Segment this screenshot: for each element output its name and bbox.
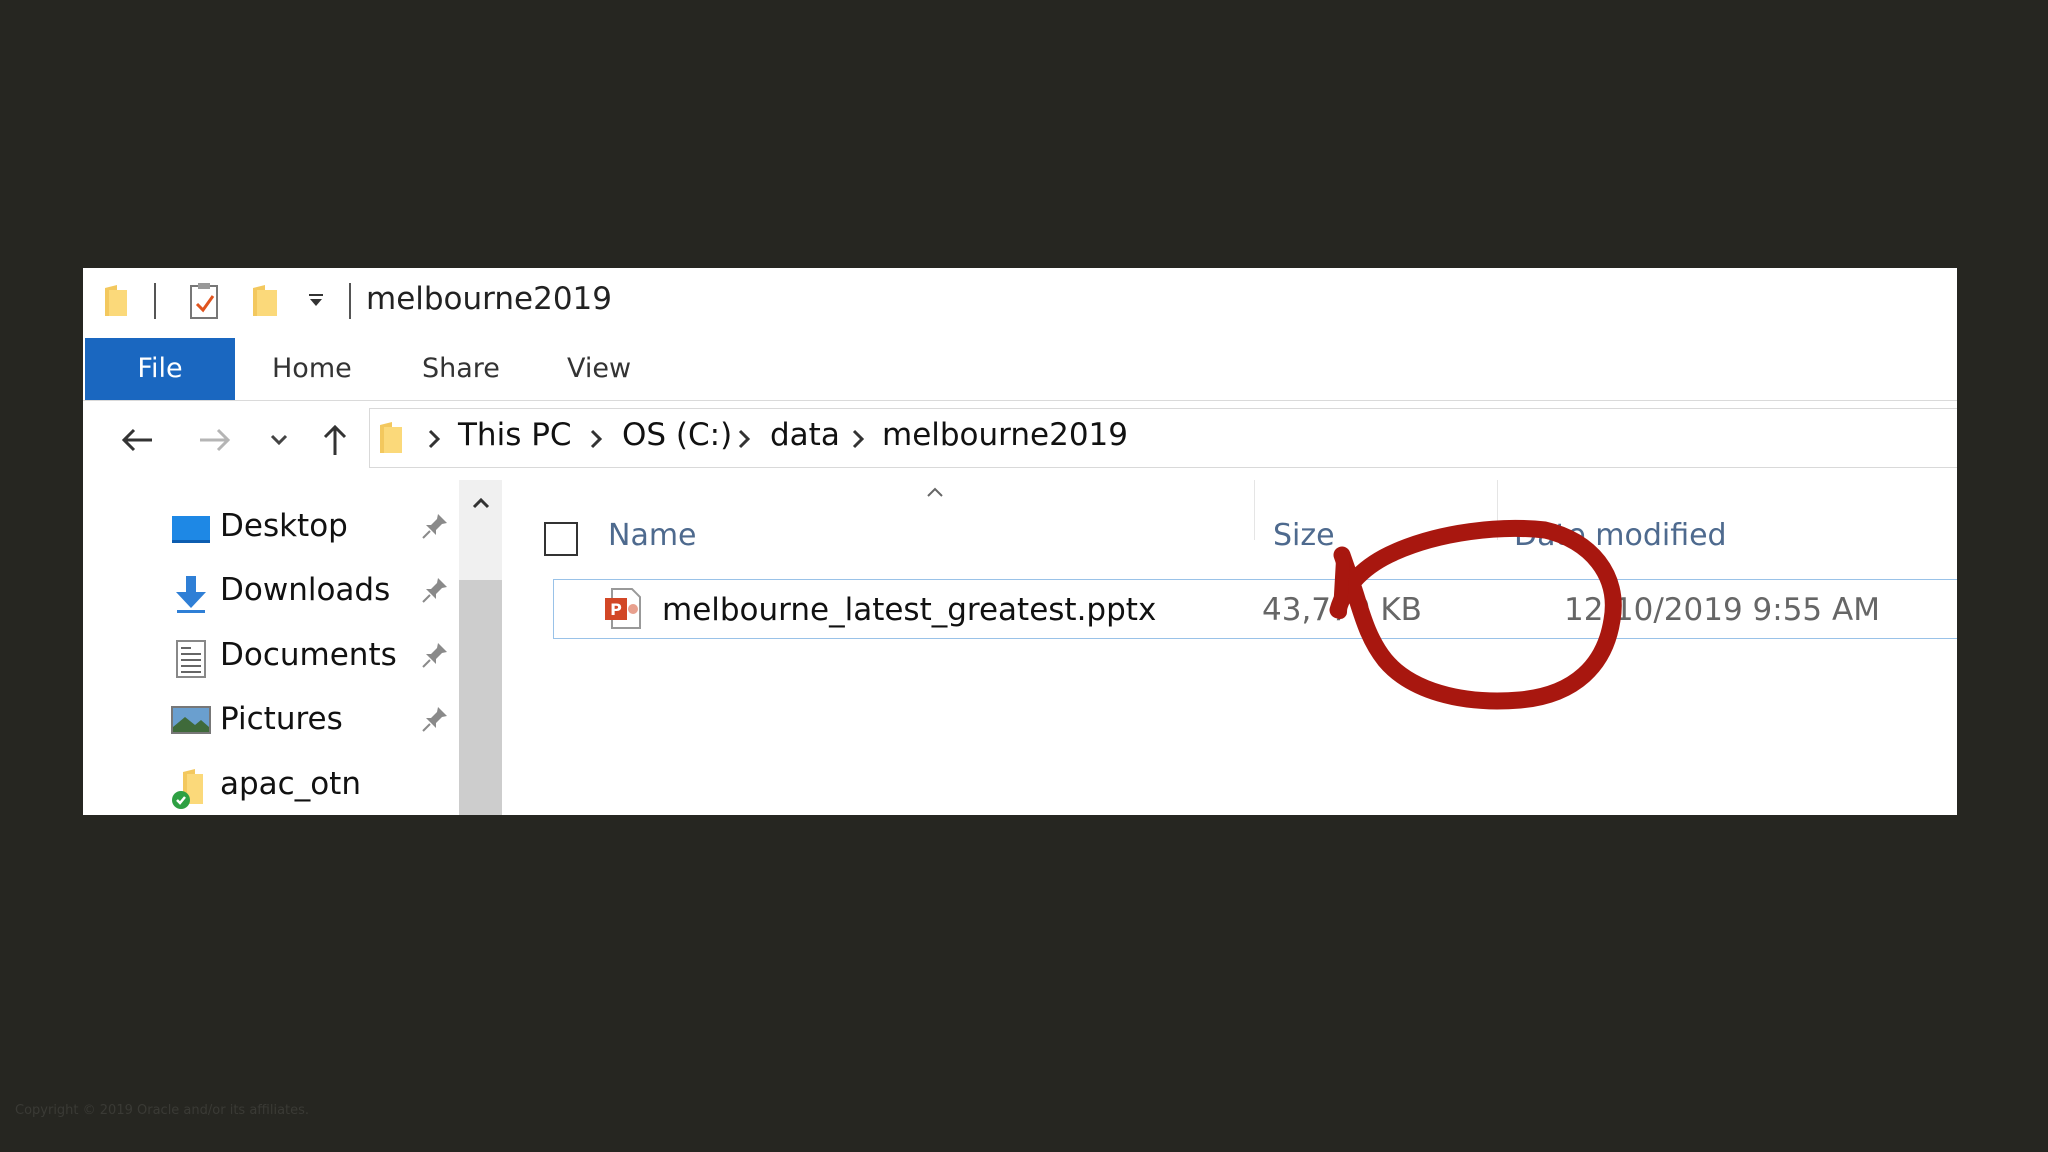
folder-icon: [103, 284, 129, 322]
recent-locations-button[interactable]: [257, 418, 301, 462]
chevron-down-icon: [270, 434, 288, 446]
nav-item-pictures[interactable]: Pictures: [171, 697, 471, 747]
desktop-icon: [171, 510, 211, 550]
nav-item-downloads[interactable]: Downloads: [171, 568, 471, 618]
quick-access-toolbar: melbourne2019: [83, 268, 1957, 334]
file-date-modified: 12/10/2019 9:55 AM: [1564, 592, 1880, 628]
file-size: 43,770 KB: [1262, 592, 1422, 628]
column-header-name[interactable]: Name: [608, 518, 697, 553]
chevron-right-icon[interactable]: [586, 427, 606, 451]
arrow-right-icon: [200, 428, 231, 452]
column-header-size[interactable]: Size: [1273, 518, 1335, 553]
powerpoint-file-icon: P: [604, 588, 642, 634]
scroll-up-arrow-icon[interactable]: [471, 496, 491, 510]
nav-item-label: apac_otn: [220, 766, 361, 802]
nav-item-documents[interactable]: Documents: [171, 633, 471, 683]
file-list: Name Size Date modified P melbourne_late…: [503, 480, 1957, 815]
breadcrumb-this-pc[interactable]: This PC: [458, 417, 572, 453]
chevron-right-icon[interactable]: [734, 427, 754, 451]
back-button[interactable]: [115, 418, 159, 462]
address-bar[interactable]: This PC OS (C:) data melbourne2019: [369, 408, 1957, 468]
pin-icon[interactable]: [421, 641, 449, 669]
breadcrumb-melbourne2019[interactable]: melbourne2019: [882, 417, 1128, 453]
nav-item-apac-otn[interactable]: apac_otn: [171, 762, 471, 812]
breadcrumb-data[interactable]: data: [770, 417, 840, 453]
pictures-icon: [171, 703, 211, 743]
documents-icon: [171, 639, 211, 679]
chevron-right-icon[interactable]: [424, 427, 444, 451]
synced-folder-icon: [171, 768, 211, 809]
tab-file[interactable]: File: [85, 338, 235, 400]
nav-item-label: Pictures: [220, 701, 343, 737]
pin-icon[interactable]: [421, 705, 449, 733]
ribbon-tabs: File Home Share View: [83, 338, 1957, 401]
up-button[interactable]: [313, 418, 357, 462]
scrollbar-thumb[interactable]: [459, 580, 502, 815]
tab-share[interactable]: Share: [422, 338, 500, 400]
file-row[interactable]: P melbourne_latest_greatest.pptx 43,770 …: [553, 579, 1957, 639]
nav-item-desktop[interactable]: Desktop: [171, 504, 471, 554]
nav-item-label: Documents: [220, 637, 397, 673]
folder-icon: [378, 421, 404, 459]
toolbar-separator: [349, 283, 351, 319]
sort-ascending-icon: [927, 487, 943, 497]
tab-home[interactable]: Home: [272, 338, 352, 400]
properties-icon[interactable]: [189, 282, 221, 324]
svg-text:P: P: [610, 600, 622, 619]
window-title: melbourne2019: [366, 281, 612, 317]
nav-item-label: Desktop: [220, 508, 348, 544]
tab-view[interactable]: View: [567, 338, 631, 400]
pin-icon[interactable]: [421, 576, 449, 604]
new-folder-icon[interactable]: [251, 284, 279, 322]
file-explorer-window: melbourne2019 File Home Share View This …: [83, 268, 1957, 815]
toolbar-separator: [154, 283, 156, 319]
downloads-icon: [171, 574, 211, 614]
navigation-bar: This PC OS (C:) data melbourne2019: [83, 408, 1957, 470]
column-header-date-modified[interactable]: Date modified: [1514, 518, 1727, 553]
select-all-checkbox[interactable]: [544, 522, 578, 556]
copyright-notice: Copyright © 2019 Oracle and/or its affil…: [15, 1103, 310, 1118]
arrow-up-icon: [323, 424, 347, 455]
forward-button[interactable]: [193, 418, 237, 462]
navigation-pane-scrollbar[interactable]: [459, 480, 502, 815]
chevron-right-icon[interactable]: [848, 427, 868, 451]
nav-item-label: Downloads: [220, 572, 391, 608]
breadcrumb-os-c[interactable]: OS (C:): [622, 417, 732, 453]
arrow-left-icon: [121, 428, 152, 452]
column-divider[interactable]: [1497, 480, 1498, 540]
column-divider[interactable]: [1254, 480, 1255, 540]
customize-toolbar-dropdown-icon[interactable]: [307, 292, 325, 312]
file-name: melbourne_latest_greatest.pptx: [662, 592, 1157, 628]
pin-icon[interactable]: [421, 512, 449, 540]
